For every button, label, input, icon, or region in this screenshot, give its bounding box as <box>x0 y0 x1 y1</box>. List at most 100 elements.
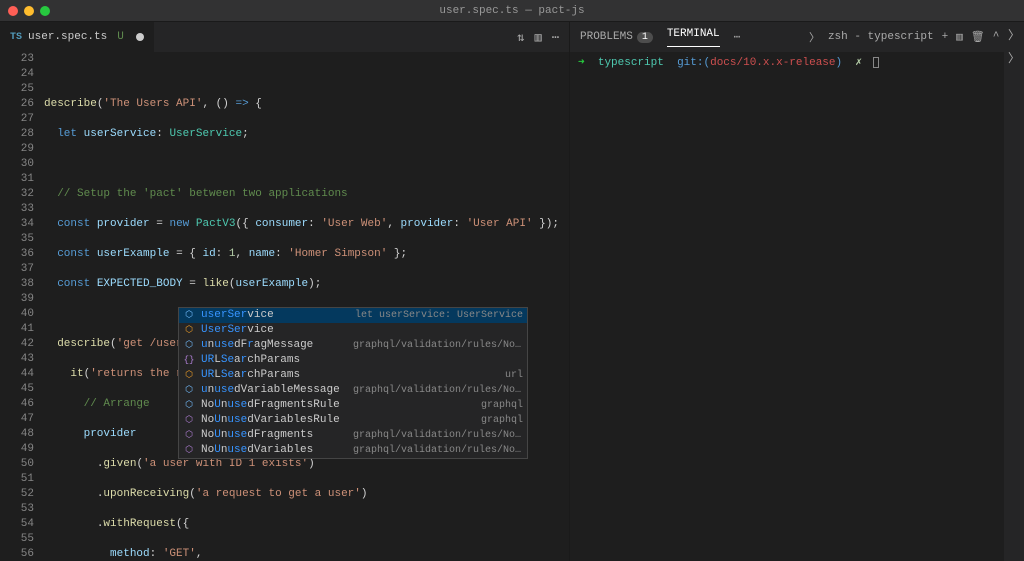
autocomplete-item[interactable]: ⬡unusedFragMessagegraphql/validation/rul… <box>179 338 527 353</box>
line-number: 48 <box>0 427 34 442</box>
suggestion-kind-icon: ⬡ <box>183 445 195 457</box>
line-number: 32 <box>0 187 34 202</box>
suggestion-label: unusedVariableMessage <box>201 383 340 398</box>
line-number: 28 <box>0 127 34 142</box>
line-number: 44 <box>0 367 34 382</box>
new-terminal-icon[interactable]: + <box>942 31 949 43</box>
tab-problems[interactable]: PROBLEMS1 <box>580 31 653 43</box>
split-terminal-icon[interactable]: ▥ <box>956 30 963 44</box>
line-number: 41 <box>0 322 34 337</box>
line-number: 49 <box>0 442 34 457</box>
tab-actions: ⇅ ▥ ⋯ <box>517 30 569 45</box>
line-number: 38 <box>0 277 34 292</box>
line-number: 31 <box>0 172 34 187</box>
suggestion-detail: let userService: UserService <box>355 308 523 323</box>
autocomplete-item[interactable]: ⬡ NoUnusedVariables graphql/validation/rul… <box>179 443 527 458</box>
line-number: 42 <box>0 337 34 352</box>
line-number-gutter: 2324252627282930313233343536373839404142… <box>0 52 44 561</box>
suggestion-kind-icon: ⬡ <box>183 430 195 442</box>
suggestion-kind-icon: ⬡ <box>183 400 195 412</box>
side-tool-icon[interactable]: 〉 <box>1008 26 1020 43</box>
suggestion-detail: graphql/validation/rules/NoUnusedVariabl… <box>353 443 523 458</box>
line-number: 33 <box>0 202 34 217</box>
close-window-button[interactable] <box>8 6 18 16</box>
more-actions-icon[interactable]: ⋯ <box>552 30 559 45</box>
tab-terminal[interactable]: TERMINAL <box>667 28 720 47</box>
tab-dirty-indicator <box>136 33 144 41</box>
line-number: 30 <box>0 157 34 172</box>
suggestion-detail: graphql <box>481 413 523 428</box>
line-number: 53 <box>0 502 34 517</box>
terminal-task-icon: 〉 <box>809 29 820 45</box>
suggestion-label: userService <box>201 308 274 323</box>
suggestion-label: unusedFragMessage <box>201 338 313 353</box>
suggestion-label: NoUnusedFragmentsRule <box>201 398 340 413</box>
editor-body[interactable]: 2324252627282930313233343536373839404142… <box>0 52 569 561</box>
line-number: 55 <box>0 532 34 547</box>
line-number: 36 <box>0 247 34 262</box>
suggestion-kind-icon: ⬡ <box>183 370 195 382</box>
suggestion-label: NoUnusedVariables <box>201 443 313 458</box>
suggestion-label: UserService <box>201 323 274 338</box>
line-number: 35 <box>0 232 34 247</box>
autocomplete-item[interactable]: ⬡userServicelet userService: UserService <box>179 308 527 323</box>
suggestion-detail: graphql <box>481 398 523 413</box>
suggestion-detail: url <box>505 368 523 383</box>
editor-panel: TS user.spec.ts U ⇅ ▥ ⋯ 2324252627282930… <box>0 22 570 561</box>
suggestion-label: NoUnusedFragments <box>201 428 313 443</box>
terminal-task-name[interactable]: zsh - typescript <box>828 31 934 43</box>
line-number: 37 <box>0 262 34 277</box>
suggestion-kind-icon: ⬡ <box>183 340 195 352</box>
side-tool-icon[interactable]: 〉 <box>1008 49 1020 66</box>
minimize-window-button[interactable] <box>24 6 34 16</box>
line-number: 29 <box>0 142 34 157</box>
terminal-panel: PROBLEMS1 TERMINAL ⋯ 〉 zsh - typescript … <box>570 22 1024 561</box>
line-number: 47 <box>0 412 34 427</box>
prompt-path: typescript <box>591 57 664 69</box>
code-area[interactable]: describe('The Users API', () => { let us… <box>44 52 569 561</box>
autocomplete-item[interactable]: ⬡ UserService <box>179 323 527 338</box>
diff-icon[interactable]: ⇅ <box>517 30 524 45</box>
line-number: 54 <box>0 517 34 532</box>
line-number: 52 <box>0 487 34 502</box>
autocomplete-item[interactable]: ⬡NoUnusedVariablesRulegraphql <box>179 413 527 428</box>
suggestion-label: URLSearchParams <box>201 368 300 383</box>
autocomplete-popup[interactable]: ⬡ userService let userService: UserService… <box>178 307 528 459</box>
terminal-body[interactable]: ➜ typescript git:(docs/10.x.x-release) ✗ <box>570 52 1024 561</box>
autocomplete-item[interactable]: ⬡ NoUnusedFragmentsRule graphql <box>179 398 527 413</box>
suggestion-kind-icon: ⬡ <box>183 415 195 427</box>
typescript-icon: TS <box>10 32 22 43</box>
tab-filename: user.spec.ts <box>28 31 107 43</box>
maximize-panel-icon[interactable]: ^ <box>993 31 1000 43</box>
line-number: 45 <box>0 382 34 397</box>
window-title: user.spec.ts — pact-js <box>0 5 1024 17</box>
line-number: 43 <box>0 352 34 367</box>
line-number: 50 <box>0 457 34 472</box>
panel-tab-bar: PROBLEMS1 TERMINAL ⋯ 〉 zsh - typescript … <box>570 22 1024 52</box>
line-number: 25 <box>0 82 34 97</box>
prompt-dirty-icon: ✗ <box>849 57 862 69</box>
autocomplete-item[interactable]: ⬡ URLSearchParams url <box>179 368 527 383</box>
editor-tab-bar: TS user.spec.ts U ⇅ ▥ ⋯ <box>0 22 569 52</box>
trash-terminal-icon[interactable]: 🗑 <box>971 30 985 44</box>
prompt-git-label: git:( <box>670 57 710 69</box>
autocomplete-item[interactable]: ⬡unusedVariableMessagegraphql/validation… <box>179 383 527 398</box>
prompt-arrow-icon: ➜ <box>578 57 585 69</box>
suggestion-kind-icon: {} <box>183 355 195 367</box>
problems-count-badge: 1 <box>637 32 653 43</box>
right-tool-column: 〉 〉 <box>1004 22 1024 561</box>
editor-tab[interactable]: TS user.spec.ts U <box>0 22 154 52</box>
line-number: 56 <box>0 547 34 561</box>
title-bar: user.spec.ts — pact-js <box>0 0 1024 22</box>
suggestion-kind-icon: ⬡ <box>183 325 195 337</box>
panel-more-icon[interactable]: ⋯ <box>734 30 741 44</box>
traffic-lights <box>0 6 50 16</box>
suggestion-detail: graphql/validation/rules/NoUnusedVar… <box>353 383 523 398</box>
split-editor-icon[interactable]: ▥ <box>535 30 542 45</box>
suggestion-label: URLSearchParams <box>201 353 300 368</box>
line-number: 40 <box>0 307 34 322</box>
autocomplete-item[interactable]: ⬡NoUnusedFragmentsgraphql/validation/rul… <box>179 428 527 443</box>
prompt-branch: docs/10.x.x-release <box>710 57 835 69</box>
autocomplete-item[interactable]: {} URLSearchParams <box>179 353 527 368</box>
zoom-window-button[interactable] <box>40 6 50 16</box>
